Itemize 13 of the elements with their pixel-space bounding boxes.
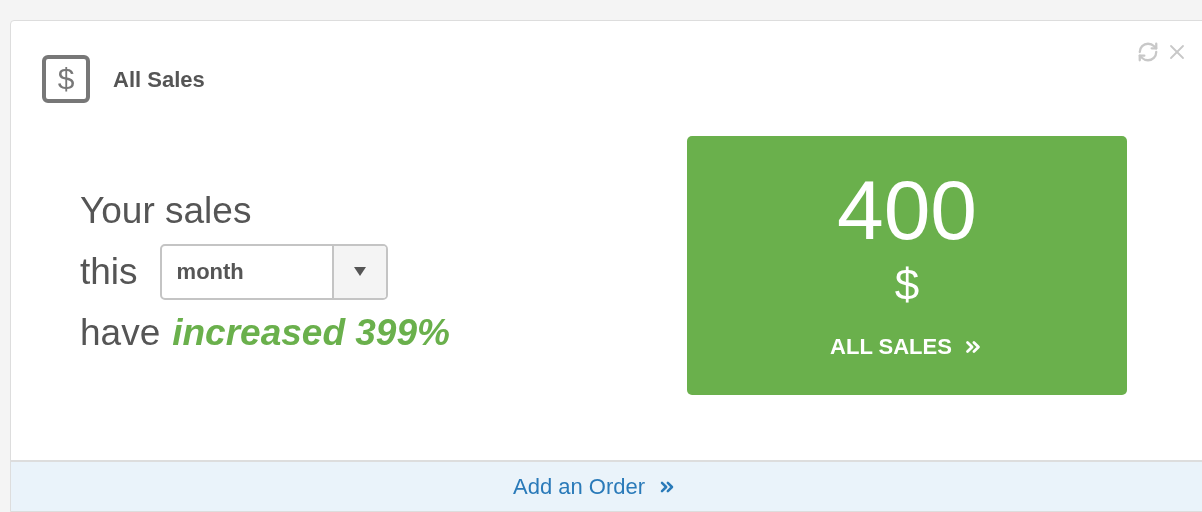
change-text: increased 399%: [172, 311, 450, 355]
total-value: 400: [836, 164, 978, 256]
dollar-icon: $: [42, 55, 90, 103]
add-order-link[interactable]: Add an Order: [513, 470, 678, 503]
summary-text: have: [80, 311, 161, 355]
all-sales-link[interactable]: ALL SALES: [830, 330, 984, 363]
refresh-icon[interactable]: [1137, 41, 1159, 63]
summary-text: this: [80, 250, 138, 294]
summary-text: Your sales: [80, 190, 252, 231]
period-select[interactable]: month: [159, 243, 388, 300]
currency-symbol: $: [894, 260, 920, 310]
caret-icon: [353, 267, 366, 276]
widget-title: All Sales: [113, 65, 205, 94]
